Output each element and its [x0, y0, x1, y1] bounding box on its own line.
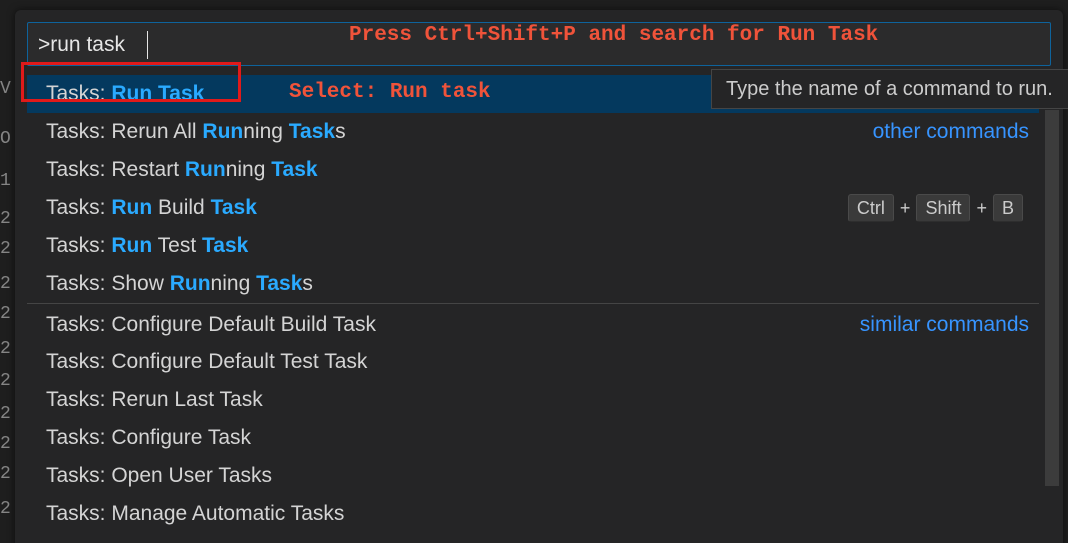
- command-label: Tasks: Rerun Last Task: [46, 381, 263, 419]
- background-line-fragment: O: [0, 130, 11, 148]
- command-label: Tasks: Configure Default Test Task: [46, 343, 367, 381]
- match-highlight: Run: [111, 234, 153, 257]
- match-highlight: Task: [256, 272, 303, 295]
- match-highlight: Run: [202, 120, 244, 143]
- command-label: Tasks: Configure Task: [46, 419, 251, 457]
- command-label-text: Tasks: Configure Task: [46, 426, 252, 449]
- match-highlight: Task: [202, 234, 249, 257]
- command-label: Tasks: Run Test Task: [46, 227, 248, 265]
- command-label-text: Tasks: Open User Tasks: [46, 464, 273, 487]
- command-label-text: Tasks:: [46, 196, 112, 219]
- command-item[interactable]: Tasks: Manage Automatic Tasks: [27, 495, 1039, 533]
- command-label: Tasks: Restart Running Task: [46, 151, 318, 189]
- command-label-text: Build: [152, 196, 211, 219]
- keycap: B: [992, 194, 1023, 222]
- command-label: Tasks: Run Build Task: [46, 189, 257, 227]
- command-label-text: Tasks: Manage Automatic Tasks: [46, 502, 345, 525]
- background-line-fragment: 2: [0, 305, 11, 323]
- background-line-fragment: 2: [0, 275, 11, 293]
- list-group-divider: [27, 303, 1039, 304]
- background-line-fragment: 2: [0, 372, 11, 390]
- match-highlight: Run: [184, 158, 226, 181]
- keybinding-separator: +: [976, 198, 987, 218]
- command-label: Tasks: Show Running Tasks: [46, 265, 313, 303]
- match-highlight: Task: [158, 82, 205, 105]
- annotation-press-ctrl-shift-p: Press Ctrl+Shift+P and search for Run Ta…: [349, 24, 879, 47]
- command-label-text: ning: [210, 272, 257, 295]
- command-label: Tasks: Open User Tasks: [46, 457, 272, 495]
- group-label-link[interactable]: similar commands: [860, 306, 1029, 344]
- background-line-fragment: 2: [0, 210, 11, 228]
- command-item[interactable]: Tasks: Configure Default Build Task simil…: [27, 306, 1039, 344]
- background-line-fragment: 2: [0, 340, 11, 358]
- background-line-fragment: 2: [0, 465, 11, 483]
- command-label-text: ning: [243, 120, 289, 143]
- command-label: Tasks: Configure Default Build Task: [46, 306, 376, 344]
- background-line-fragment: 2: [0, 240, 11, 258]
- background-line-fragment: 2: [0, 405, 11, 423]
- keybinding: Ctrl + Shift + B: [847, 194, 1023, 222]
- match-highlight: Task: [210, 196, 257, 219]
- command-label: Tasks: Rerun All Running Tasks: [46, 113, 346, 151]
- command-item[interactable]: Tasks: Show Running Tasks: [27, 265, 1039, 303]
- command-item[interactable]: Tasks: Run Test Task: [27, 227, 1039, 265]
- command-item[interactable]: Tasks: Rerun Last Task: [27, 381, 1039, 419]
- match-highlight: Task: [271, 158, 318, 181]
- group-label-link[interactable]: other commands: [873, 113, 1029, 151]
- command-item[interactable]: Tasks: Open User Tasks: [27, 457, 1039, 495]
- command-label-text: Tasks:: [46, 234, 112, 257]
- match-highlight: Run: [111, 196, 153, 219]
- command-label-text: Tasks: Restart: [46, 158, 185, 181]
- command-item[interactable]: Tasks: Restart Running Task: [27, 151, 1039, 189]
- command-input[interactable]: [38, 31, 338, 59]
- command-label-text: Tasks: Show: [46, 272, 170, 295]
- background-line-fragment: 2: [0, 500, 11, 518]
- match-highlight: Task: [288, 120, 336, 143]
- command-label-text: s: [302, 272, 313, 295]
- annotation-select-run-task: Select: Run task: [289, 81, 491, 104]
- command-item[interactable]: Tasks: Rerun All Running Tasks other comm…: [27, 113, 1039, 151]
- background-line-fragment: 1: [0, 172, 11, 190]
- background-line-fragment: V: [0, 80, 11, 98]
- command-item[interactable]: Tasks: Run Build Task Ctrl + Shift + B: [27, 189, 1039, 227]
- command-label: Tasks: Manage Automatic Tasks: [46, 495, 344, 533]
- command-item[interactable]: Tasks: Configure Task: [27, 419, 1039, 457]
- match-highlight: Run: [111, 82, 153, 105]
- keybinding-separator: +: [899, 198, 911, 218]
- command-label-text: Tasks: Rerun All: [46, 120, 203, 143]
- command-label-text: Tasks:: [46, 82, 112, 105]
- keycap: Shift: [916, 194, 971, 222]
- list-scrollbar[interactable]: [1045, 110, 1059, 486]
- match-highlight: Run: [169, 272, 211, 295]
- command-label-text: Tasks: Rerun Last Task: [46, 388, 263, 411]
- command-label-text: Tasks: Configure Default Build Task: [46, 313, 376, 336]
- command-label-text: s: [335, 120, 346, 143]
- command-label: Tasks: Run Task: [46, 75, 204, 113]
- command-label-text: ning: [225, 158, 272, 181]
- input-tooltip: Type the name of a command to run.: [711, 69, 1068, 109]
- text-caret: [147, 31, 148, 59]
- command-label-text: Tasks: Configure Default Test Task: [46, 350, 368, 373]
- command-item[interactable]: Tasks: Configure Default Test Task: [27, 343, 1039, 381]
- command-label-text: Test: [152, 234, 202, 257]
- keycap: Ctrl: [847, 194, 894, 222]
- screen: V O 1 2 2 2 2 2 2 2 2 2 2 Press Ctrl+Shift+P and sea…: [0, 0, 1068, 543]
- background-line-fragment: 2: [0, 435, 11, 453]
